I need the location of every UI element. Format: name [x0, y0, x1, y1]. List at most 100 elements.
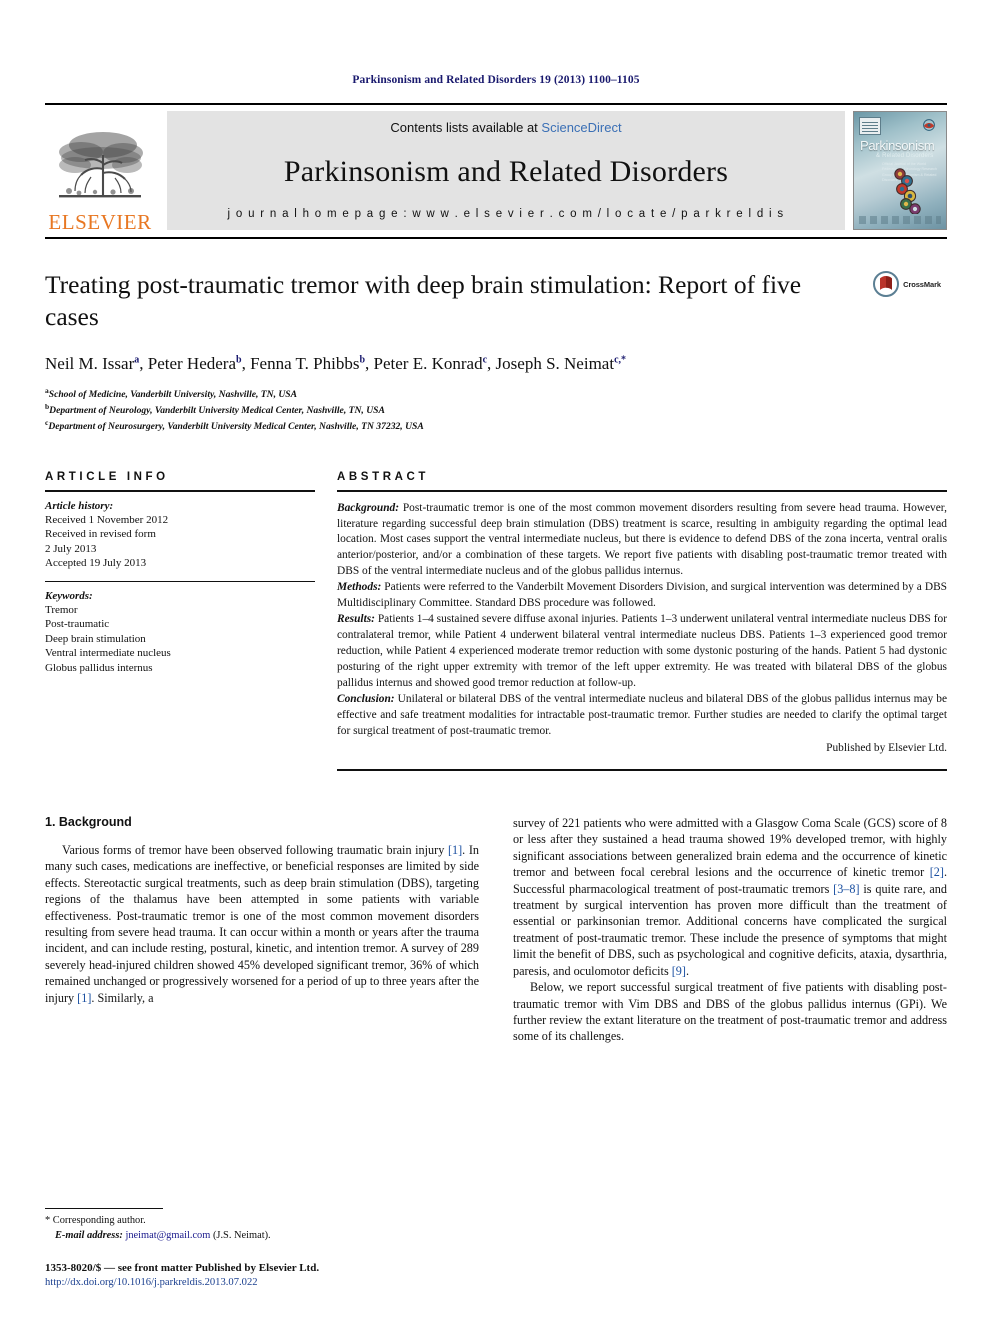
article-info-column: ARTICLE INFO Article history: Received 1…	[45, 471, 315, 772]
contents-lists-line: Contents lists available at ScienceDirec…	[390, 120, 621, 135]
citation-link[interactable]: [1]	[448, 843, 462, 857]
author-entry: Peter Hederab	[148, 354, 242, 373]
abstract-section: Background: Post-traumatic tremor is one…	[337, 501, 947, 581]
affiliation-list: aSchool of Medicine, Vanderbilt Universi…	[45, 386, 947, 434]
body-column-left: 1. Background Various forms of tremor ha…	[45, 815, 479, 1045]
author-entry: Joseph S. Neimatc,*	[496, 354, 626, 373]
author-entry: Peter E. Konradc	[374, 354, 488, 373]
journal-banner: Contents lists available at ScienceDirec…	[167, 111, 845, 230]
footnote-block: * Corresponding author. E-mail address: …	[45, 1208, 463, 1291]
affiliation-text: Department of Neurosurgery, Vanderbilt U…	[48, 421, 424, 433]
keyword-item: Tremor	[45, 603, 78, 616]
author-name: Peter Hedera	[147, 354, 236, 374]
crossmark-badge[interactable]: CrossMark	[873, 271, 941, 297]
keyword-item: Globus pallidus internus	[45, 661, 153, 674]
author-sep: ,	[241, 354, 251, 374]
article-title: Treating post-traumatic tremor with deep…	[45, 270, 802, 332]
affiliation-item: cDepartment of Neurosurgery, Vanderbilt …	[45, 418, 947, 434]
paragraph-text: . Similarly, a	[91, 990, 154, 1005]
article-history-group: Article history: Received 1 November 201…	[45, 492, 315, 581]
author-name: Fenna T. Phibbs	[250, 354, 360, 374]
author-sep: ,	[365, 354, 374, 374]
citation-link[interactable]: [9]	[672, 964, 686, 978]
affiliation-item: aSchool of Medicine, Vanderbilt Universi…	[45, 386, 947, 402]
journal-homepage-link[interactable]: j o u r n a l h o m e p a g e : w w w . …	[228, 208, 785, 220]
author-entry: Fenna T. Phibbsb	[250, 354, 365, 373]
article-history-line: 2 July 2013	[45, 542, 97, 555]
keyword-item: Deep brain stimulation	[45, 632, 146, 645]
author-name: Peter E. Konrad	[373, 354, 483, 374]
issn-block: 1353-8020/$ — see front matter Published…	[45, 1261, 463, 1291]
citation-link[interactable]: [2]	[930, 865, 944, 879]
elsevier-tree-icon	[59, 132, 143, 198]
author-entry: Neil M. Issara	[45, 354, 139, 373]
affiliation-item: bDepartment of Neurology, Vanderbilt Uni…	[45, 402, 947, 418]
email-link[interactable]: jneimat@gmail.com	[125, 1230, 210, 1241]
elsevier-logo: ELSEVIER	[45, 105, 155, 237]
email-owner: (J.S. Neimat).	[210, 1230, 271, 1242]
cover-society-emblem-icon	[923, 119, 935, 131]
author-sep: ,	[139, 354, 148, 374]
paragraph-text: . In many such cases, medications are in…	[45, 843, 479, 1005]
abstract-section-text: Patients were referred to the Vanderbilt…	[337, 581, 947, 610]
abstract-section: Results: Patients 1–4 sustained severe d…	[337, 612, 947, 692]
author-affil-marker: c,*	[614, 354, 627, 366]
affiliation-text: School of Medicine, Vanderbilt Universit…	[48, 389, 298, 401]
citation-link[interactable]: [1]	[77, 991, 91, 1005]
paragraph-text: Various forms of tremor have been observ…	[62, 843, 448, 858]
body-paragraph: Below, we report successful surgical tre…	[513, 980, 947, 1044]
abstract-section-text: Patients 1–4 sustained severe diffuse ax…	[337, 613, 948, 690]
cover-publisher-mark	[859, 117, 881, 135]
info-abstract-row: ARTICLE INFO Article history: Received 1…	[45, 471, 947, 772]
abstract-section-text: Post-traumatic tremor is one of the most…	[337, 501, 947, 578]
article-history-line: Accepted 19 July 2013	[45, 557, 147, 570]
article-info-heading: ARTICLE INFO	[45, 470, 169, 483]
citation-link[interactable]: [3–8]	[833, 882, 859, 896]
abstract-section-text: Unilateral or bilateral DBS of the ventr…	[337, 693, 947, 738]
keywords-group: Keywords: Tremor Post-traumatic Deep bra…	[45, 582, 315, 686]
email-note: E-mail address: jneimat@gmail.com (J.S. …	[45, 1229, 463, 1244]
email-label: E-mail address:	[55, 1230, 123, 1242]
keyword-item: Post-traumatic	[45, 618, 110, 631]
body-paragraph: Various forms of tremor have been observ…	[45, 842, 479, 1006]
section-heading-background: 1. Background	[45, 815, 132, 830]
article-history-line: Received in revised form	[45, 528, 156, 541]
keywords-label: Keywords:	[45, 589, 93, 602]
doi-link[interactable]: http://dx.doi.org/10.1016/j.parkreldis.2…	[45, 1276, 463, 1291]
body-column-right: survey of 221 patients who were admitted…	[513, 815, 947, 1045]
article-history-line: Received 1 November 2012	[45, 513, 169, 526]
title-block: Treating post-traumatic tremor with deep…	[45, 269, 947, 435]
crossmark-label: CrossMark	[903, 279, 941, 289]
keyword-item: Ventral intermediate nucleus	[45, 647, 171, 660]
abstract-section: Methods: Patients were referred to the V…	[337, 580, 947, 612]
crossmark-icon	[873, 271, 900, 297]
abstract-section-label: Background:	[337, 501, 400, 514]
affiliation-text: Department of Neurology, Vanderbilt Univ…	[49, 405, 385, 417]
paragraph-text: survey of 221 patients who were admitted…	[513, 816, 947, 880]
abstract-copyright-line: Published by Elsevier Ltd.	[826, 742, 947, 755]
abstract-section: Conclusion: Unilateral or bilateral DBS …	[337, 692, 947, 740]
body-paragraph-continued: survey of 221 patients who were admitted…	[513, 815, 947, 979]
abstract-heading: ABSTRACT	[337, 470, 430, 483]
abstract-section-label: Results:	[337, 613, 375, 626]
issn-line: 1353-8020/$ — see front matter Published…	[45, 1261, 320, 1274]
corresponding-author-note: * Corresponding author.	[45, 1215, 146, 1227]
journal-cover-thumbnail: Parkinsonism & Related Disorders Officia…	[853, 111, 947, 230]
abstract-body: Background: Post-traumatic tremor is one…	[337, 492, 947, 758]
cover-artwork	[894, 168, 921, 214]
author-name: Neil M. Issar	[45, 354, 135, 374]
contents-prefix: Contents lists available at	[390, 120, 542, 135]
running-head: Parkinsonism and Related Disorders 19 (2…	[352, 74, 640, 86]
abstract-section-label: Conclusion:	[337, 693, 395, 706]
footnote-rule	[45, 1208, 163, 1210]
body-two-column-layout: 1. Background Various forms of tremor ha…	[45, 815, 947, 1045]
sciencedirect-link[interactable]: ScienceDirect	[541, 120, 621, 135]
paragraph-text: is quite rare, and treatment by surgical…	[513, 881, 947, 978]
paragraph-text: .	[685, 963, 690, 978]
author-list: Neil M. Issara, Peter Hederab, Fenna T. …	[45, 354, 947, 374]
author-name: Joseph S. Neimat	[495, 354, 615, 374]
abstract-column: ABSTRACT Background: Post-traumatic trem…	[337, 471, 947, 772]
journal-masthead: ELSEVIER Contents lists available at Sci…	[45, 103, 947, 239]
journal-article-page: Parkinsonism and Related Disorders 19 (2…	[0, 0, 992, 1323]
author-sep: ,	[487, 354, 496, 374]
